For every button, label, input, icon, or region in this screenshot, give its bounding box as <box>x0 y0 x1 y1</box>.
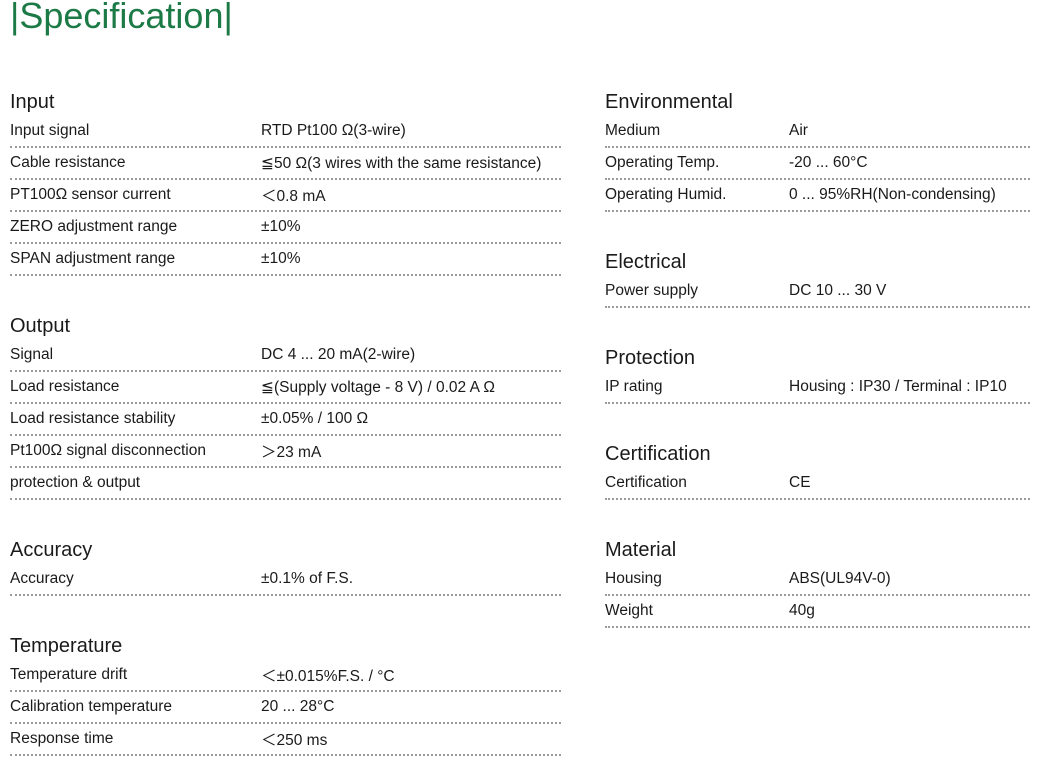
spec-value: CE <box>789 474 811 491</box>
section-heading: Electrical <box>605 251 687 273</box>
spec-row: Medium Air <box>605 116 1030 148</box>
spec-value: ＜±0.015%F.S. / °C <box>261 668 395 685</box>
spec-label: Operating Temp. <box>605 154 720 171</box>
spec-row: Response time ＜250 ms <box>10 724 561 756</box>
spec-label: Power supply <box>605 282 699 299</box>
spec-row: SPAN adjustment range ±10% <box>10 244 561 276</box>
spec-section-electrical: Electrical Power supply DC 10 ... 30 V <box>605 248 1030 308</box>
section-heading: Temperature <box>10 635 123 657</box>
section-heading: Accuracy <box>10 539 93 561</box>
spec-value: ≦50 Ω(3 wires with the same resistance) <box>261 154 542 172</box>
title-bar-right: | <box>223 0 233 36</box>
spec-label: SPAN adjustment range <box>10 250 176 267</box>
spec-label: Signal <box>10 346 54 363</box>
spec-label: Accuracy <box>10 570 74 587</box>
spec-row: Weight 40g <box>605 596 1030 628</box>
page-title: |Specification| <box>10 0 233 42</box>
spec-value: Air <box>789 122 808 139</box>
spec-value: ＞23 mA <box>261 444 322 461</box>
spec-label: PT100Ω sensor current <box>10 186 171 203</box>
spec-value: -20 ... 60°C <box>789 154 868 171</box>
spec-value: ±0.05% / 100 Ω <box>261 410 369 427</box>
spec-section-protection: Protection IP rating Housing : IP30 / Term… <box>605 344 1030 404</box>
spec-row: Pt100Ω signal disconnection ＞23 mA <box>10 436 561 468</box>
section-heading: Input <box>10 91 55 113</box>
spec-row: Load resistance ≦(Supply voltage - 8 V) /… <box>10 372 561 404</box>
spec-value: ＜0.8 mA <box>261 188 326 205</box>
spec-label: Cable resistance <box>10 154 126 171</box>
spec-row: ZERO adjustment range ±10% <box>10 212 561 244</box>
spec-row: protection & output <box>10 468 561 500</box>
spec-row: Signal DC 4 ... 20 mA(2-wire) <box>10 340 561 372</box>
spec-value: Housing : IP30 / Terminal : IP10 <box>789 378 1007 395</box>
spec-row: Operating Temp. -20 ... 60°C <box>605 148 1030 180</box>
spec-label: protection & output <box>10 474 141 491</box>
spec-value: ABS(UL94V-0) <box>789 570 891 587</box>
spec-value: ±10% <box>261 250 301 267</box>
spec-row: Load resistance stability ±0.05% / 100 Ω <box>10 404 561 436</box>
spec-section-accuracy: Accuracy Accuracy ±0.1% of F.S. <box>10 536 561 596</box>
spec-value: 40g <box>789 602 815 619</box>
spec-label: Weight <box>605 602 653 619</box>
spec-value: ≦(Supply voltage - 8 V) / 0.02 A Ω <box>261 378 495 396</box>
spec-section-input: Input Input signal RTD Pt100 Ω(3-wire) Cabl… <box>10 88 561 276</box>
spec-section-material: Material Housing ABS(UL94V-0) Weight 40g <box>605 536 1030 628</box>
section-heading: Material <box>605 539 677 561</box>
spec-label: Calibration temperature <box>10 698 172 715</box>
spec-label: Medium <box>605 122 661 139</box>
spec-section-environmental: Environmental Medium Air Operating Temp. -20… <box>605 88 1030 212</box>
spec-value: ±10% <box>261 218 301 235</box>
spec-row: Operating Humid. 0 ... 95%RH(Non-condensi… <box>605 180 1030 212</box>
spec-value: 20 ... 28°C <box>261 698 335 715</box>
spec-label: Operating Humid. <box>605 186 727 203</box>
spec-row: PT100Ω sensor current ＜0.8 mA <box>10 180 561 212</box>
spec-label: Pt100Ω signal disconnection <box>10 442 206 459</box>
spec-row: Power supply DC 10 ... 30 V <box>605 276 1030 308</box>
spec-row: Accuracy ±0.1% of F.S. <box>10 564 561 596</box>
spec-row: IP rating Housing : IP30 / Terminal : IP1… <box>605 372 1030 404</box>
spec-value: DC 10 ... 30 V <box>789 282 887 299</box>
title-text: Specification <box>19 0 224 36</box>
section-heading: Environmental <box>605 91 733 113</box>
spec-row: Certification CE <box>605 468 1030 500</box>
section-heading: Protection <box>605 347 696 369</box>
spec-label: ZERO adjustment range <box>10 218 178 235</box>
right-spec-column: Environmental Medium Air Operating Temp. -20… <box>605 88 1030 628</box>
spec-row: Housing ABS(UL94V-0) <box>605 564 1030 596</box>
spec-value: 0 ... 95%RH(Non-condensing) <box>789 186 996 203</box>
spec-label: Load resistance stability <box>10 410 176 427</box>
spec-section-certification: Certification Certification CE <box>605 440 1030 500</box>
spec-value: ±0.1% of F.S. <box>261 570 354 587</box>
spec-label: IP rating <box>605 378 663 395</box>
spec-value: ＜250 ms <box>261 732 328 749</box>
spec-label: Load resistance <box>10 378 120 395</box>
left-spec-column: Input Input signal RTD Pt100 Ω(3-wire) Cabl… <box>10 88 561 756</box>
spec-section-temperature: Temperature Temperature drift ＜±0.015%F.S.… <box>10 632 561 756</box>
spec-label: Temperature drift <box>10 666 128 683</box>
spec-row: Temperature drift ＜±0.015%F.S. / °C <box>10 660 561 692</box>
section-heading: Certification <box>605 443 711 465</box>
spec-row: Input signal RTD Pt100 Ω(3-wire) <box>10 116 561 148</box>
spec-row: Cable resistance ≦50 Ω(3 wires with the s… <box>10 148 561 180</box>
spec-label: Input signal <box>10 122 90 139</box>
spec-section-output: Output Signal DC 4 ... 20 mA(2-wire) Load r… <box>10 312 561 500</box>
spec-value: DC 4 ... 20 mA(2-wire) <box>261 346 416 363</box>
spec-row: Calibration temperature 20 ... 28°C <box>10 692 561 724</box>
spec-label: Certification <box>605 474 687 491</box>
spec-label: Response time <box>10 730 114 747</box>
spec-value: RTD Pt100 Ω(3-wire) <box>261 122 406 139</box>
title-bar-left: | <box>10 0 20 36</box>
spec-label: Housing <box>605 570 662 587</box>
section-heading: Output <box>10 315 71 337</box>
